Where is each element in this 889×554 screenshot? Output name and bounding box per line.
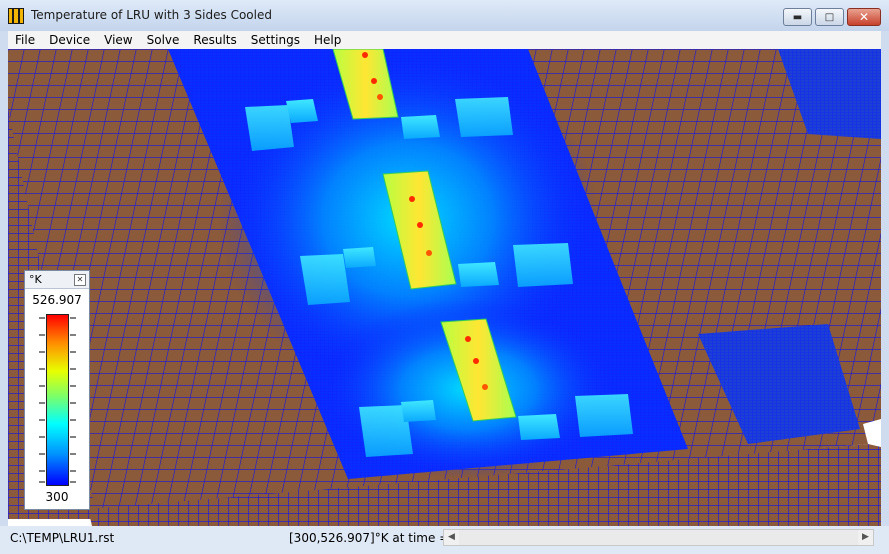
status-bar: C:\TEMP\LRU1.rst [300,526.907]°K at time… [0,526,889,554]
close-button[interactable]: ✕ [847,8,881,26]
thermal-3d-viewport[interactable]: °K ✕ 526.907 300 [8,49,881,526]
maximize-button[interactable]: □ [815,8,844,26]
close-icon: ✕ [858,10,870,24]
menu-solve[interactable]: Solve [140,31,187,49]
legend-close-icon[interactable]: ✕ [74,274,86,286]
menu-help[interactable]: Help [307,31,348,49]
legend-max-value: 526.907 [32,293,82,307]
lru-app-icon [8,8,24,24]
window-title: Temperature of LRU with 3 Sides Cooled [31,8,272,22]
legend-min-value: 300 [45,490,69,504]
minimize-icon: ▬ [792,11,803,23]
maximize-icon: □ [824,11,835,23]
menu-file[interactable]: File [8,31,42,49]
scroll-right-arrow-icon[interactable]: ▶ [858,530,873,545]
scroll-left-arrow-icon[interactable]: ◀ [444,530,459,545]
menu-results[interactable]: Results [186,31,243,49]
title-bar[interactable]: Temperature of LRU with 3 Sides Cooled ▬… [0,0,889,31]
legend-unit: °K [29,273,42,286]
menu-settings[interactable]: Settings [244,31,307,49]
thermal-model-render [8,49,881,526]
application-window: Temperature of LRU with 3 Sides Cooled ▬… [0,0,889,554]
status-file-path: C:\TEMP\LRU1.rst [10,531,115,545]
menu-view[interactable]: View [97,31,139,49]
temperature-legend[interactable]: °K ✕ 526.907 300 [24,270,90,510]
time-scrollbar[interactable]: ◀ ▶ [443,529,874,546]
minimize-button[interactable]: ▬ [783,8,812,26]
legend-header: °K ✕ [25,271,89,289]
menu-device[interactable]: Device [42,31,97,49]
menu-bar: File Device View Solve Results Settings … [8,31,881,49]
legend-ticks-left [39,317,45,483]
legend-color-bar [46,314,69,486]
legend-ticks-right [70,317,76,483]
